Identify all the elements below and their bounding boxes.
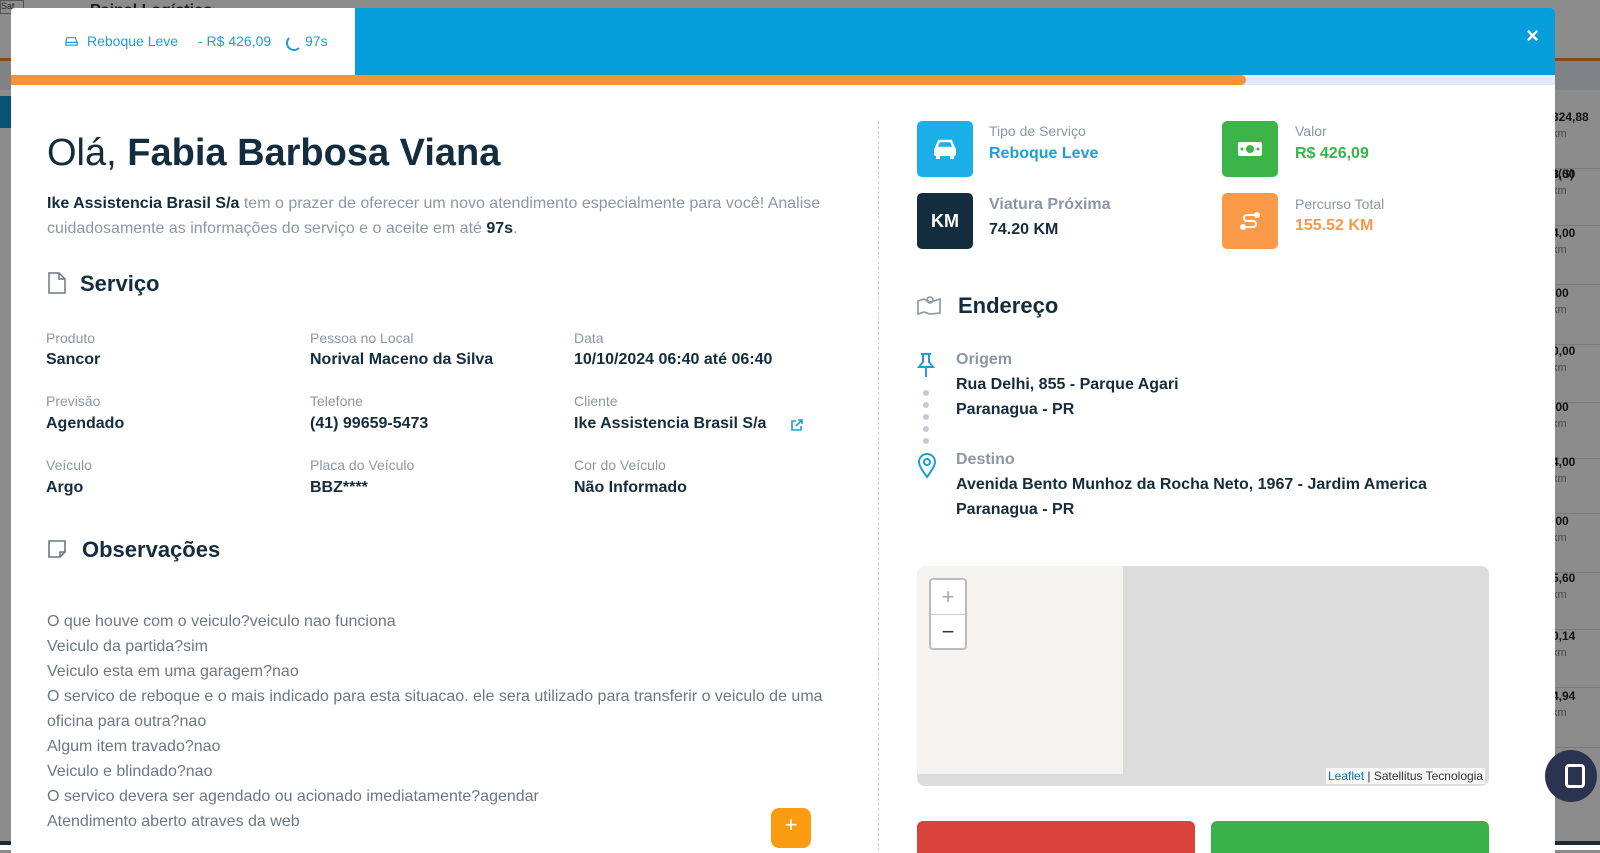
origin-line2: Paranagua - PR xyxy=(956,401,1075,418)
tipo-label: Tipo de Serviço xyxy=(989,123,1086,139)
percurso-label: Percurso Total xyxy=(1295,196,1385,212)
destination-line2: Paranagua - PR xyxy=(956,501,1075,518)
nearest-vehicle-tile: KM xyxy=(917,193,973,249)
observations-title: Observações xyxy=(82,537,221,562)
produto-value: Sancor xyxy=(46,351,101,368)
location-marker-icon xyxy=(917,453,937,479)
total-route-tile xyxy=(1222,193,1278,249)
viatura-label: Viatura Próxima xyxy=(989,196,1111,213)
countdown-progress-fill xyxy=(11,75,1247,85)
intro-company: Ike Assistencia Brasil S/a xyxy=(47,195,240,212)
tipo-value: Reboque Leve xyxy=(989,145,1099,162)
route-map[interactable]: + − Leaflet | Satellitus Tecnologia xyxy=(917,566,1489,786)
header-price: - R$ 426,09 xyxy=(198,33,272,49)
accept-button[interactable] xyxy=(1211,821,1489,853)
data-value: 10/10/2024 06:40 até 06:40 xyxy=(574,351,773,368)
modal-header: Reboque Leve - R$ 426,09 97s × xyxy=(11,8,1555,75)
route-dot xyxy=(923,390,929,396)
document-icon xyxy=(48,272,66,294)
cor-label: Cor do Veículo xyxy=(574,457,666,473)
route-dot xyxy=(923,426,929,432)
produto-label: Produto xyxy=(46,330,96,346)
observation-line: O que houve com o veiculo?veiculo nao fu… xyxy=(47,613,396,630)
map-icon xyxy=(917,296,941,315)
destination-label: Destino xyxy=(956,451,1015,468)
destination-line1: Avenida Bento Munhoz da Rocha Neto, 1967… xyxy=(956,476,1427,493)
observation-line: Veiculo e blindado?nao xyxy=(47,763,213,780)
observation-line: Algum item travado?nao xyxy=(47,738,221,755)
observation-line: O servico de reboque e o mais indicado p… xyxy=(47,688,823,730)
route-dot xyxy=(923,438,929,444)
origin-label: Origem xyxy=(956,351,1013,368)
observation-line: Veiculo esta em uma garagem?nao xyxy=(47,663,299,680)
add-observation-button[interactable]: + xyxy=(771,808,811,848)
origin-line1: Rua Delhi, 855 - Parque Agari xyxy=(956,376,1179,393)
percurso-value: 155.52 KM xyxy=(1295,217,1374,234)
route-icon xyxy=(1240,212,1260,230)
chat-icon xyxy=(1565,764,1585,788)
header-timer: 97s xyxy=(305,33,328,49)
intro-seconds: 97s xyxy=(486,220,514,237)
column-divider xyxy=(878,121,879,851)
zoom-in-button[interactable]: + xyxy=(931,580,965,615)
timer-spinner-icon xyxy=(286,35,302,51)
external-link-icon[interactable] xyxy=(790,419,803,432)
map-zoom-control: + − xyxy=(929,578,967,650)
countdown-progress xyxy=(11,75,1555,85)
veiculo-label: Veículo xyxy=(46,457,92,473)
pin-icon xyxy=(916,353,936,377)
km-icon: KM xyxy=(931,210,959,231)
cliente-value: Ike Assistencia Brasil S/a xyxy=(574,415,767,432)
observation-line: O servico devera ser agendado ou acionad… xyxy=(47,788,539,805)
previsao-label: Previsão xyxy=(46,393,101,409)
greeting: Olá, Fabia Barbosa Viana xyxy=(47,132,500,175)
observation-line: Veiculo da partida?sim xyxy=(47,638,208,655)
pessoa-label: Pessoa no Local xyxy=(310,330,414,346)
cliente-label: Cliente xyxy=(574,393,618,409)
greeting-name: Fabia Barbosa Viana xyxy=(127,132,501,174)
intro-end: . xyxy=(513,220,518,237)
previsao-value: Agendado xyxy=(46,415,125,432)
cor-value: Não Informado xyxy=(574,479,687,496)
data-label: Data xyxy=(574,330,604,346)
money-icon xyxy=(1238,142,1262,156)
tow-truck-icon xyxy=(65,37,79,46)
veiculo-value: Argo xyxy=(46,479,84,496)
chat-widget-button[interactable] xyxy=(1545,750,1597,802)
service-offer-modal: Reboque Leve - R$ 426,09 97s × Olá, Fabi… xyxy=(11,8,1555,853)
intro-text: Ike Assistencia Brasil S/a tem o prazer … xyxy=(47,191,837,241)
header-tab[interactable]: Reboque Leve - R$ 426,09 97s xyxy=(11,8,355,75)
address-section-title: Endereço xyxy=(958,293,1059,318)
attribution-text: | Satellitus Tecnologia xyxy=(1364,769,1483,783)
placa-value: BBZ**** xyxy=(310,479,368,496)
observations-list: O que houve com o veiculo?veiculo nao fu… xyxy=(47,609,837,834)
car-icon xyxy=(934,139,956,159)
decline-button[interactable] xyxy=(917,821,1195,853)
placa-label: Placa do Veículo xyxy=(310,457,415,473)
valor-label: Valor xyxy=(1295,123,1327,139)
header-service-name: Reboque Leve xyxy=(87,33,179,49)
zoom-out-button[interactable]: − xyxy=(931,615,965,649)
greeting-hello: Olá, xyxy=(47,132,117,174)
valor-value: R$ 426,09 xyxy=(1295,145,1369,162)
pessoa-value: Norival Maceno da Silva xyxy=(310,351,494,368)
value-tile xyxy=(1222,121,1278,177)
viatura-value: 74.20 KM xyxy=(989,221,1059,238)
service-section-title: Serviço xyxy=(80,271,160,296)
leaflet-link[interactable]: Leaflet xyxy=(1328,769,1364,783)
service-type-tile xyxy=(917,121,973,177)
note-icon xyxy=(48,540,66,558)
close-button[interactable]: × xyxy=(1526,25,1539,47)
observation-line: Atendimento aberto atraves da web xyxy=(47,813,300,830)
route-dot xyxy=(923,414,929,420)
telefone-value: (41) 99659-5473 xyxy=(310,415,429,432)
map-attribution: Leaflet | Satellitus Tecnologia xyxy=(1326,768,1485,784)
route-dot xyxy=(923,402,929,408)
telefone-label: Telefone xyxy=(310,393,363,409)
